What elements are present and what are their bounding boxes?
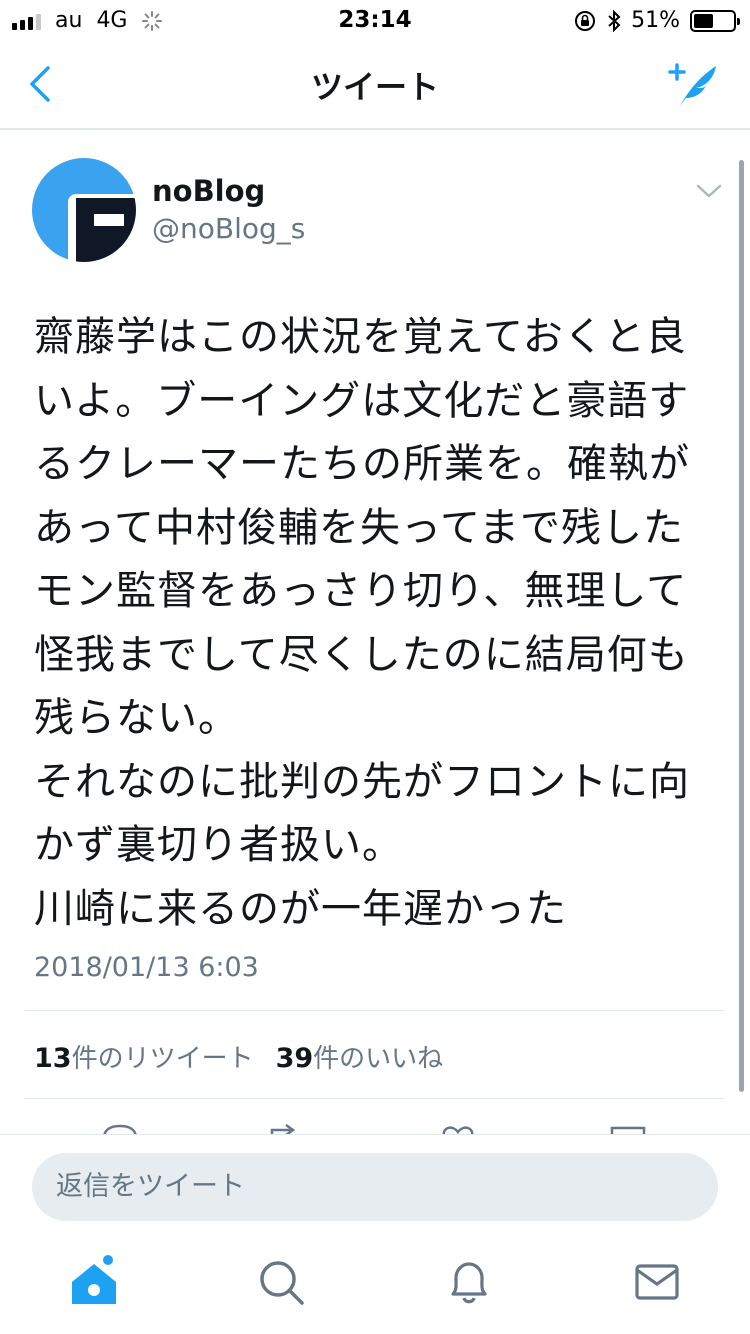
chevron-down-icon[interactable] xyxy=(694,180,724,202)
retweet-count-link[interactable]: 13件のリツイート xyxy=(34,1038,254,1075)
tweet-timestamp: 2018/01/13 6:03 xyxy=(34,952,259,983)
tweet-stats: 13件のリツイート 39件のいいね xyxy=(34,1038,443,1075)
battery-icon xyxy=(690,9,740,32)
orientation-lock-icon xyxy=(575,10,596,31)
tweet-detail-screen: au 4G 23:14 51% ツイート noBlog @noBlog_s 齋藤… xyxy=(0,0,750,1334)
status-bar: au 4G 23:14 51% xyxy=(0,0,750,40)
avatar[interactable] xyxy=(32,158,136,262)
display-name[interactable]: noBlog xyxy=(152,174,265,208)
nav-bar: ツイート xyxy=(0,40,750,130)
divider xyxy=(24,1098,724,1099)
search-icon[interactable] xyxy=(253,1254,309,1310)
messages-icon[interactable] xyxy=(629,1254,685,1310)
bluetooth-icon xyxy=(608,9,621,32)
reply-input[interactable]: 返信をツイート xyxy=(32,1153,718,1221)
tweet-text: 齋藤学はこの状況を覚えておくと良いよ。ブーイングは文化だと豪語するクレーマーたち… xyxy=(34,314,690,932)
home-icon[interactable] xyxy=(66,1254,122,1310)
page-title: ツイート xyxy=(310,68,439,106)
like-count-link[interactable]: 39件のいいね xyxy=(276,1038,444,1075)
scrollbar[interactable] xyxy=(739,160,744,1092)
compose-tweet-icon[interactable] xyxy=(666,58,722,110)
divider xyxy=(24,1010,724,1011)
notifications-icon[interactable] xyxy=(441,1254,497,1310)
battery-percent: 51% xyxy=(631,8,680,33)
user-handle[interactable]: @noBlog_s xyxy=(152,212,305,245)
